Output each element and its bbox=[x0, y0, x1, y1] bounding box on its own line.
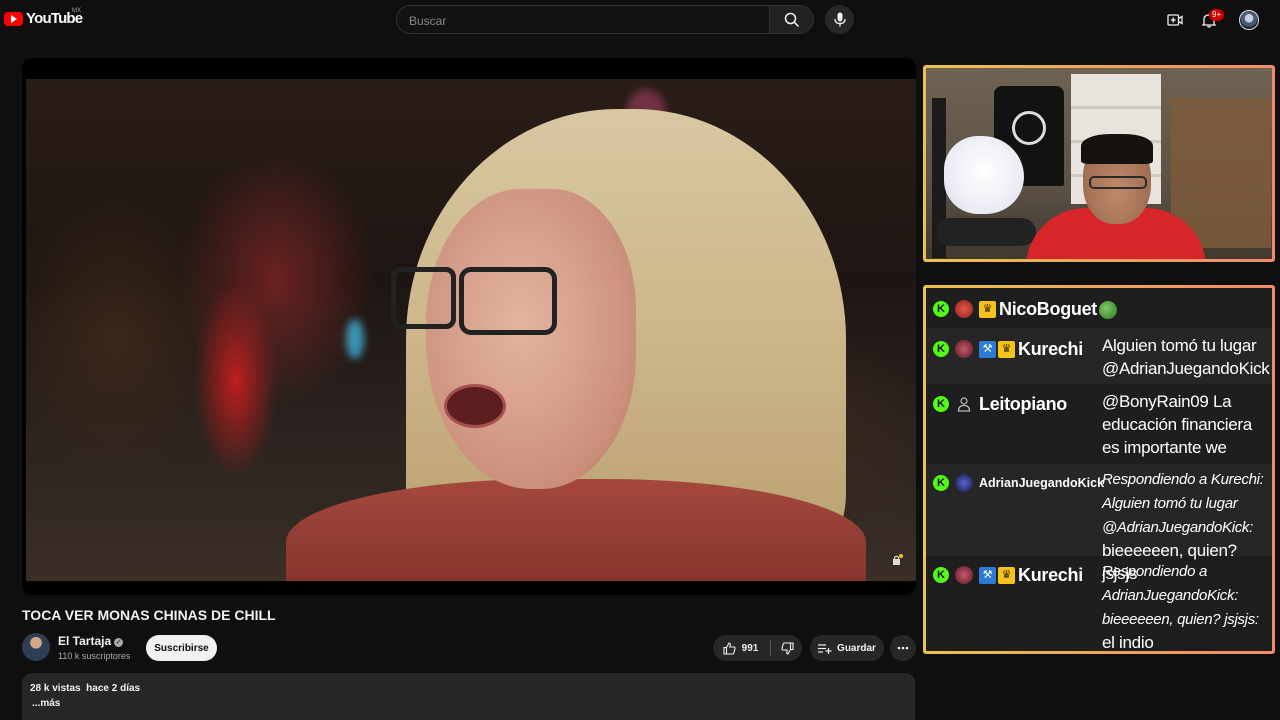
search-input[interactable] bbox=[407, 12, 751, 30]
youtube-play-icon bbox=[4, 11, 23, 26]
create-video-icon bbox=[1167, 14, 1183, 26]
video-player[interactable] bbox=[22, 58, 916, 595]
webcam-overlay bbox=[923, 65, 1275, 262]
save-button[interactable]: Guardar bbox=[810, 635, 884, 661]
channel-avatar[interactable] bbox=[22, 633, 50, 661]
kick-icon: K bbox=[933, 341, 949, 357]
subscriber-count: 110 k suscriptores bbox=[58, 651, 131, 661]
microphone bbox=[936, 218, 1036, 246]
dislike-button[interactable] bbox=[772, 635, 802, 661]
account-avatar[interactable] bbox=[1239, 10, 1259, 30]
create-video-button[interactable] bbox=[1164, 9, 1186, 31]
kick-icon: K bbox=[933, 475, 949, 491]
upload-date: hace 2 días bbox=[86, 683, 141, 694]
user-avatar-icon bbox=[955, 340, 973, 358]
crown-icon: ♛ bbox=[998, 341, 1015, 358]
search-box bbox=[396, 5, 770, 34]
lock-icon bbox=[893, 554, 903, 565]
glasses-left-lens bbox=[391, 267, 456, 329]
person-face bbox=[426, 189, 636, 489]
chat-reply-context: Respondiendo a AdrianJuegandoKick: bieee… bbox=[1102, 563, 1259, 628]
frog-emote-icon bbox=[1099, 301, 1117, 319]
chat-message-text: el indio bbox=[1102, 633, 1154, 652]
kick-icon: K bbox=[933, 567, 949, 583]
chat-username: NicoBoguet bbox=[999, 299, 1097, 319]
person-mouth bbox=[444, 384, 506, 428]
chat-message-text: Alguien tomó tu lugar @AdrianJuegandoKic… bbox=[1102, 336, 1270, 378]
like-button[interactable]: 991 bbox=[713, 635, 768, 661]
show-more-link[interactable]: ...más bbox=[32, 698, 60, 709]
chat-message-body: Respondiendo a AdrianJuegandoKick: bieee… bbox=[1102, 559, 1270, 654]
add-to-playlist-icon bbox=[818, 643, 832, 654]
person-sweater bbox=[286, 479, 866, 581]
microphone-icon bbox=[833, 12, 846, 27]
chat-username: AdrianJuegandoKick bbox=[979, 476, 1105, 490]
chat-message-text: @BonyRain09 La educación financiera es i… bbox=[1102, 392, 1252, 457]
video-frame bbox=[26, 79, 916, 581]
search-button[interactable] bbox=[770, 5, 814, 34]
chat-reply-context: Respondiendo a Kurechi: Alguien tomó tu … bbox=[1102, 471, 1264, 536]
moderator-icon: ⚒ bbox=[979, 341, 996, 358]
voice-search-button[interactable] bbox=[825, 5, 854, 34]
view-count: 28 k vistas bbox=[30, 683, 81, 694]
glasses-right-lens bbox=[459, 267, 557, 335]
like-count: 991 bbox=[741, 642, 759, 654]
kick-icon: K bbox=[933, 396, 949, 412]
streamer-hair bbox=[1081, 134, 1153, 164]
divider bbox=[770, 640, 771, 656]
chat-message: K ⚒ ♛ Kurechi Respondiendo a AdrianJuega… bbox=[926, 556, 1272, 652]
crown-icon: ♛ bbox=[998, 567, 1015, 584]
chat-message: K ⚒ ♛ Kurechi Alguien tomó tu lugar @Adr… bbox=[926, 328, 1272, 384]
verified-icon: ✓ bbox=[114, 638, 124, 647]
more-actions-button[interactable] bbox=[890, 635, 916, 661]
video-title: TOCA VER MONAS CHINAS DE CHILL bbox=[22, 607, 276, 623]
chat-message: K Leitopiano @BonyRain09 La educación fi… bbox=[926, 384, 1272, 464]
chat-overlay: K ♛ NicoBoguet K ⚒ ♛ Kurechi Alguien tom… bbox=[923, 285, 1275, 654]
channel-name[interactable]: El Tartaja ✓ bbox=[58, 634, 124, 648]
user-avatar-icon bbox=[955, 300, 973, 318]
more-horizontal-icon bbox=[897, 646, 909, 650]
youtube-logo[interactable]: YouTube MX bbox=[4, 8, 83, 27]
user-avatar-icon bbox=[955, 474, 973, 492]
tshirt-logo bbox=[1012, 111, 1046, 145]
user-avatar-icon bbox=[955, 566, 973, 584]
channel-name-text[interactable]: El Tartaja bbox=[58, 634, 111, 648]
thumbs-up-icon bbox=[723, 641, 736, 655]
chat-username: Leitopiano bbox=[979, 394, 1067, 414]
top-bar: YouTube MX 9+ bbox=[0, 0, 1280, 40]
shelf-board bbox=[1071, 106, 1161, 109]
background-light bbox=[346, 319, 364, 359]
chat-username: Kurechi bbox=[1018, 565, 1083, 585]
kick-icon: K bbox=[933, 301, 949, 317]
country-code: MX bbox=[72, 8, 81, 14]
notification-badge: 9+ bbox=[1209, 9, 1225, 21]
search-icon bbox=[784, 12, 799, 27]
streamer-glasses bbox=[1089, 176, 1147, 189]
like-dislike-group: 991 bbox=[713, 635, 802, 661]
save-label: Guardar bbox=[837, 642, 876, 654]
video-meta: 28 k vistas hace 2 días bbox=[30, 683, 140, 694]
plush-toy bbox=[944, 136, 1024, 214]
moderator-icon: ⚒ bbox=[979, 567, 996, 584]
chat-message: K AdrianJuegandoKick Respondiendo a Kure… bbox=[926, 464, 1272, 583]
webcam-room-background bbox=[926, 68, 1272, 259]
chat-username: Kurechi bbox=[1018, 339, 1083, 359]
person-outline-icon bbox=[957, 397, 971, 412]
description-box[interactable]: 28 k vistas hace 2 días ...más bbox=[22, 673, 915, 720]
crown-icon: ♛ bbox=[979, 301, 996, 318]
user-outline-icon bbox=[955, 395, 973, 413]
subscribe-button[interactable]: Suscribirse bbox=[146, 635, 217, 661]
chat-message: K ♛ NicoBoguet bbox=[926, 292, 1272, 327]
thumbs-down-icon bbox=[780, 641, 794, 655]
